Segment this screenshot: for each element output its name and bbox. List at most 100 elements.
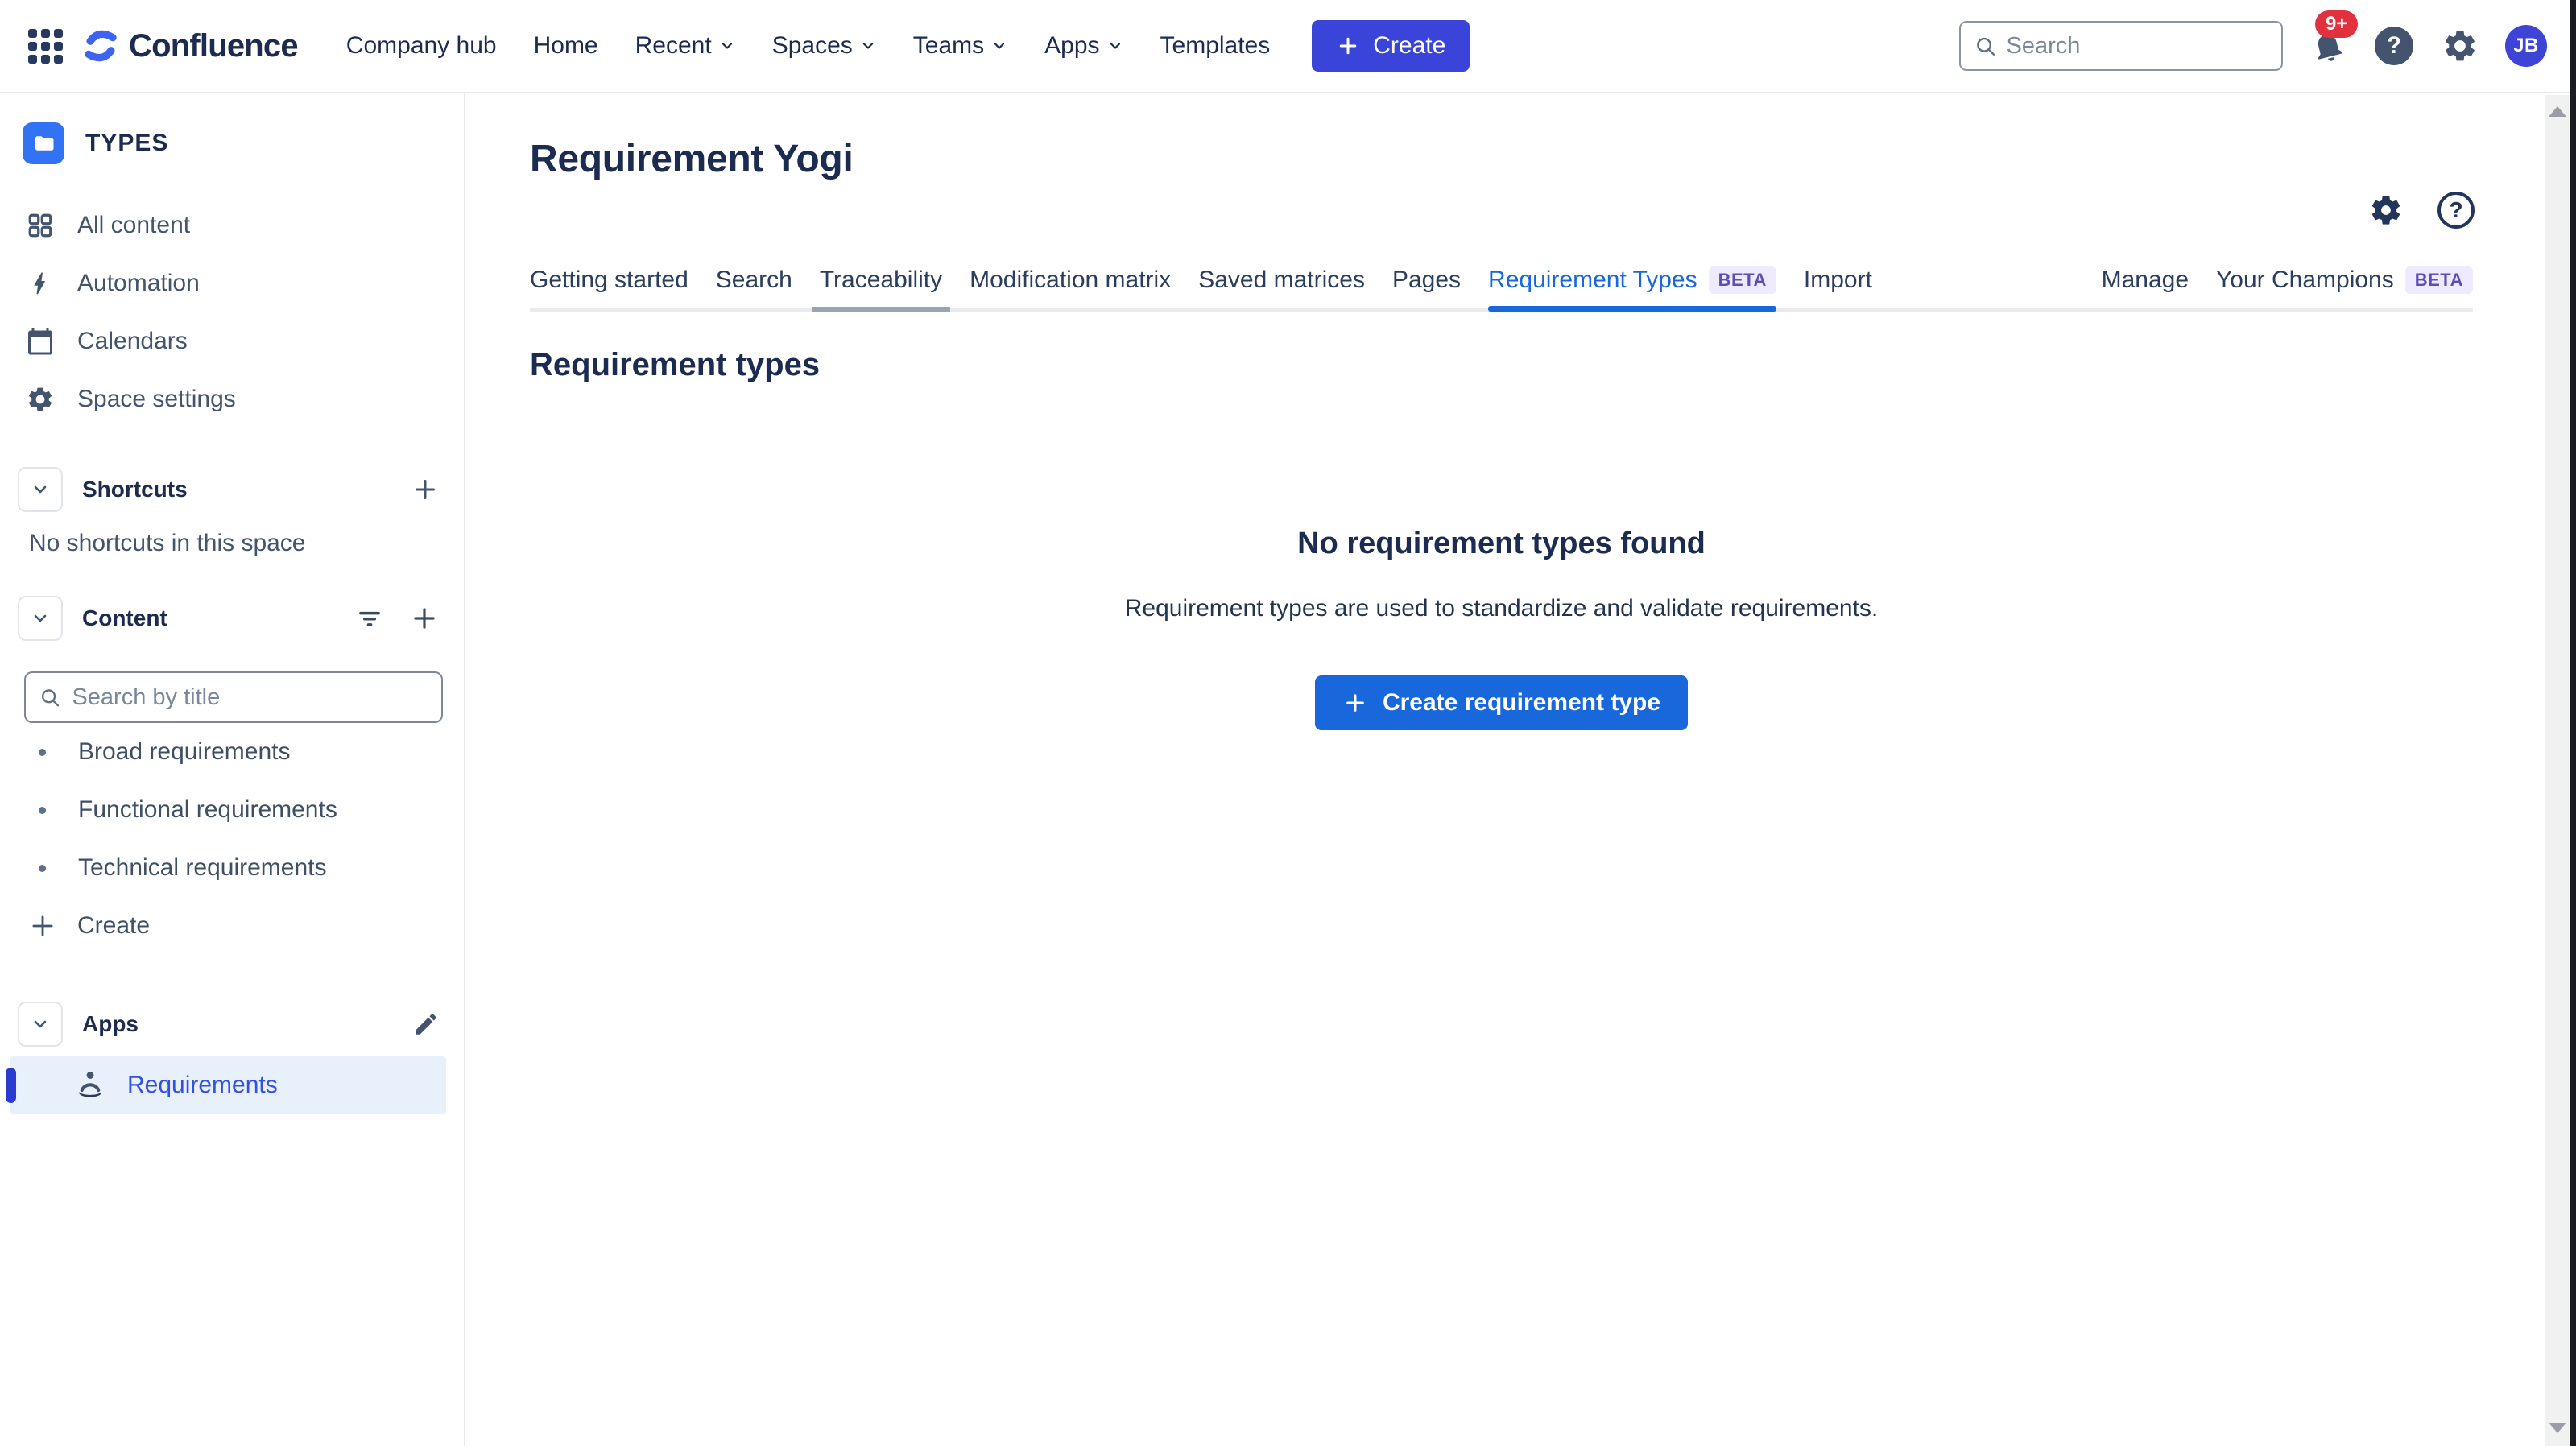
beta-badge: BETA: [2405, 266, 2473, 294]
beta-badge: BETA: [1709, 266, 1776, 294]
vertical-scrollbar[interactable]: [2545, 95, 2570, 1446]
global-search[interactable]: [1959, 21, 2283, 71]
sidebar-create-button[interactable]: Create: [0, 897, 464, 955]
create-requirement-type-button[interactable]: Create requirement type: [1315, 675, 1688, 730]
help-icon: ?: [2375, 27, 2413, 65]
bullet-icon: [39, 865, 46, 872]
sidebar-item-requirements[interactable]: Requirements: [10, 1056, 446, 1114]
add-shortcut-icon[interactable]: [411, 475, 440, 504]
calendar-icon: [26, 327, 55, 356]
app-switcher-button[interactable]: [19, 20, 71, 72]
bullet-icon: [39, 807, 46, 814]
confluence-mark-icon: [82, 27, 119, 64]
page-item-broad-requirements[interactable]: Broad requirements: [0, 723, 464, 781]
selected-indicator: [6, 1068, 16, 1103]
filter-icon[interactable]: [354, 603, 385, 634]
content-search[interactable]: [24, 671, 443, 723]
search-icon: [39, 685, 60, 709]
confluence-logo[interactable]: Confluence: [82, 27, 298, 64]
chevron-down-icon: [31, 609, 50, 628]
nav-item-templates[interactable]: Templates: [1160, 32, 1271, 60]
page-title: Requirement Yogi: [530, 137, 2473, 181]
edit-pencil-icon[interactable]: [412, 1010, 440, 1038]
page-item-functional-requirements[interactable]: Functional requirements: [0, 781, 464, 839]
all-content-icon: [26, 211, 55, 240]
gear-icon: [2442, 27, 2479, 64]
apps-collapse-button[interactable]: [18, 1002, 63, 1047]
user-avatar[interactable]: JB: [2505, 25, 2547, 67]
page-actions: ?: [2368, 192, 2475, 229]
tab-import[interactable]: Import: [1804, 266, 1872, 308]
plus-icon: [27, 911, 58, 941]
chevron-down-icon: [860, 38, 876, 54]
page-help-icon[interactable]: ?: [2437, 192, 2475, 229]
notification-count-badge: 9+: [2315, 10, 2358, 38]
app-switcher-icon: [28, 29, 63, 64]
scroll-up-arrow-icon[interactable]: [2549, 106, 2566, 117]
chevron-down-icon: [719, 38, 735, 54]
nav-item-home[interactable]: Home: [534, 32, 598, 60]
automation-lightning-icon: [26, 269, 55, 298]
plus-icon: [1342, 690, 1368, 716]
nav-item-recent[interactable]: Recent: [635, 32, 735, 60]
tab-manage[interactable]: Manage: [2102, 266, 2189, 308]
space-settings-gear-icon: [26, 385, 55, 414]
bullet-icon: [39, 749, 46, 756]
page-item-technical-requirements[interactable]: Technical requirements: [0, 839, 464, 897]
requirement-yogi-icon: [72, 1068, 108, 1103]
tab-getting-started[interactable]: Getting started: [530, 266, 688, 308]
tab-modification-matrix[interactable]: Modification matrix: [970, 266, 1171, 308]
content-search-input[interactable]: [72, 684, 428, 711]
empty-state-description: Requirement types are used to standardiz…: [1125, 595, 1879, 622]
apps-title: Apps: [82, 1011, 139, 1037]
empty-state-title: No requirement types found: [1297, 527, 1706, 561]
space-header[interactable]: TYPES: [23, 122, 464, 164]
window-edge: [2570, 0, 2576, 1446]
nav-item-apps[interactable]: Apps: [1044, 32, 1123, 60]
shortcuts-collapse-button[interactable]: [18, 467, 63, 512]
tab-saved-matrices[interactable]: Saved matrices: [1198, 266, 1365, 308]
page-settings-gear-icon[interactable]: [2368, 192, 2404, 228]
notifications-button[interactable]: 9+: [2307, 25, 2349, 67]
chevron-down-icon: [991, 38, 1007, 54]
space-name: TYPES: [85, 130, 168, 157]
sidebar-item-automation[interactable]: Automation: [0, 254, 464, 312]
product-name: Confluence: [129, 28, 298, 64]
content-title: Content: [82, 605, 167, 631]
tab-requirement-types[interactable]: Requirement Types BETA: [1488, 266, 1776, 308]
primary-nav: Company hub Home Recent Spaces Teams App…: [346, 32, 1270, 60]
shortcuts-title: Shortcuts: [82, 477, 188, 502]
content-collapse-button[interactable]: [18, 596, 63, 641]
empty-state: No requirement types found Requirement t…: [530, 527, 2473, 730]
tab-bar: Getting started Search Traceability Modi…: [530, 266, 2473, 312]
sidebar-item-space-settings[interactable]: Space settings: [0, 370, 464, 428]
content-section-header: Content: [18, 594, 440, 642]
plus-icon: [1336, 34, 1360, 58]
main-content: Requirement Yogi ? Getting started Searc…: [467, 93, 2544, 1446]
global-create-button[interactable]: Create: [1312, 20, 1470, 72]
nav-item-spaces[interactable]: Spaces: [772, 32, 876, 60]
tab-pages[interactable]: Pages: [1392, 266, 1461, 308]
nav-item-teams[interactable]: Teams: [913, 32, 1007, 60]
search-icon: [1974, 33, 1996, 59]
shortcuts-empty-message: No shortcuts in this space: [29, 530, 464, 557]
apps-section-header: Apps: [18, 1000, 440, 1048]
section-title: Requirement types: [530, 347, 2473, 383]
chevron-down-icon: [1107, 38, 1123, 54]
nav-item-company-hub[interactable]: Company hub: [346, 32, 497, 60]
tab-your-champions[interactable]: Your Champions BETA: [2216, 266, 2473, 308]
sidebar-item-calendars[interactable]: Calendars: [0, 312, 464, 370]
space-sidebar: TYPES All content Automation Calendars S…: [0, 93, 465, 1446]
chevron-down-icon: [31, 1014, 50, 1034]
shortcuts-section-header: Shortcuts: [18, 465, 440, 514]
space-folder-icon: [23, 122, 64, 164]
top-navigation-bar: Confluence Company hub Home Recent Space…: [0, 0, 2576, 93]
sidebar-item-all-content[interactable]: All content: [0, 196, 464, 254]
scroll-down-arrow-icon[interactable]: [2549, 1423, 2566, 1433]
add-content-icon[interactable]: [409, 603, 440, 634]
tab-search[interactable]: Search: [716, 266, 792, 308]
search-input[interactable]: [2006, 33, 2268, 60]
settings-button[interactable]: [2439, 25, 2481, 67]
help-button[interactable]: ?: [2373, 25, 2415, 67]
tab-traceability[interactable]: Traceability: [820, 266, 942, 308]
